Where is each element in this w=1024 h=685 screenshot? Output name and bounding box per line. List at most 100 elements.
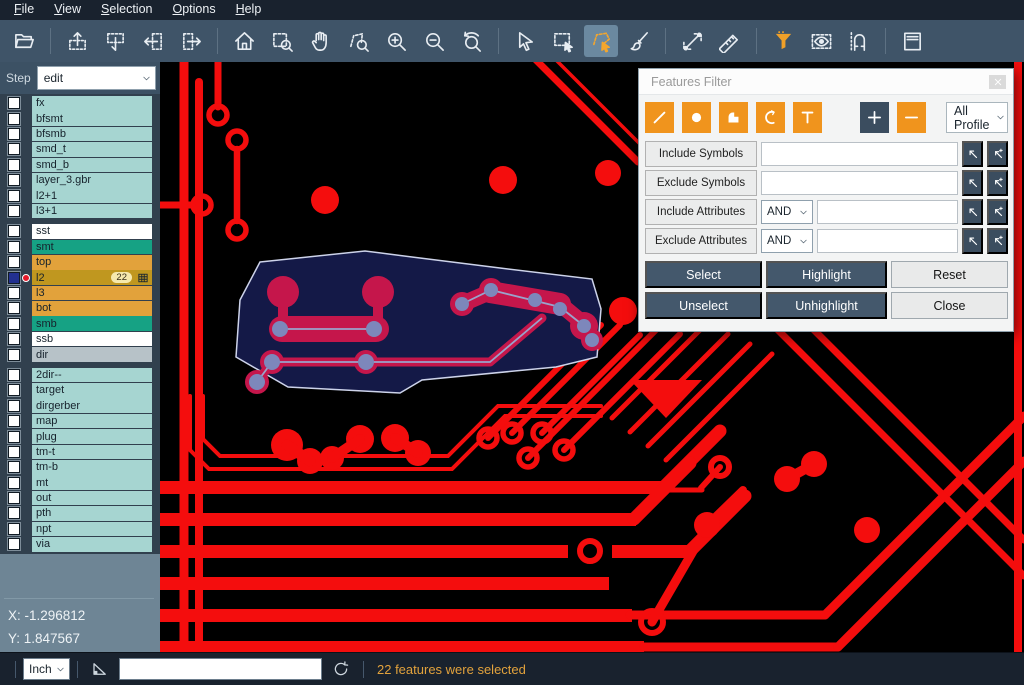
highlight-button[interactable]: Highlight bbox=[766, 261, 887, 288]
layer-name[interactable]: pth bbox=[32, 506, 152, 521]
layer-visibility-checkbox[interactable] bbox=[8, 369, 20, 381]
layer-name[interactable]: smd_b bbox=[32, 158, 152, 173]
layer-visibility-checkbox[interactable] bbox=[8, 538, 20, 550]
tool-zoom-previous[interactable] bbox=[455, 25, 489, 57]
tool-pan-right[interactable] bbox=[174, 25, 208, 57]
feature-type-surface-button[interactable] bbox=[719, 102, 748, 133]
layer-visibility-checkbox[interactable] bbox=[8, 507, 20, 519]
unselect-button[interactable]: Unselect bbox=[645, 292, 762, 319]
layer-name[interactable]: fx bbox=[32, 96, 152, 111]
layer-visibility-checkbox[interactable] bbox=[8, 128, 20, 140]
pick-from-canvas-button[interactable] bbox=[962, 141, 983, 167]
menu-file[interactable]: File bbox=[4, 1, 44, 19]
menu-help[interactable]: Help bbox=[226, 1, 272, 19]
layer-visibility-checkbox[interactable] bbox=[8, 272, 20, 284]
operator-select[interactable]: AND bbox=[761, 229, 813, 253]
layer-name[interactable]: target bbox=[32, 383, 152, 398]
tool-zoom-object[interactable] bbox=[341, 25, 375, 57]
tool-view-window[interactable] bbox=[804, 25, 838, 57]
layer-name[interactable]: npt bbox=[32, 522, 152, 537]
layer-name[interactable]: smb bbox=[32, 316, 152, 331]
unhighlight-button[interactable]: Unhighlight bbox=[766, 292, 887, 319]
layer-name[interactable]: l3+1 bbox=[32, 204, 152, 219]
close-button[interactable]: Close bbox=[891, 292, 1008, 319]
layer-name[interactable]: smd_t bbox=[32, 142, 152, 157]
reset-button[interactable]: Reset bbox=[891, 261, 1008, 288]
tool-ruler[interactable] bbox=[713, 25, 747, 57]
grid-icon[interactable] bbox=[138, 273, 148, 283]
feature-type-text-button[interactable] bbox=[793, 102, 822, 133]
operator-select[interactable]: AND bbox=[761, 200, 813, 224]
dialog-title-bar[interactable]: Features Filter bbox=[639, 69, 1013, 95]
tool-zoom-out[interactable] bbox=[417, 25, 451, 57]
layer-visibility-checkbox[interactable] bbox=[8, 205, 20, 217]
close-icon[interactable] bbox=[989, 75, 1006, 89]
include-symbols-button[interactable]: Include Symbols bbox=[645, 141, 757, 167]
include-attributes-input[interactable] bbox=[817, 200, 958, 224]
layer-name[interactable]: bot bbox=[32, 301, 152, 316]
pick-add-from-canvas-button[interactable] bbox=[987, 170, 1008, 196]
layer-visibility-checkbox[interactable] bbox=[8, 113, 20, 125]
exclude-attributes-button[interactable]: Exclude Attributes bbox=[645, 228, 757, 254]
step-select[interactable]: edit bbox=[37, 66, 156, 90]
include-attributes-button[interactable]: Include Attributes bbox=[645, 199, 757, 225]
corner-measure-icon[interactable] bbox=[91, 660, 109, 678]
layer-visibility-checkbox[interactable] bbox=[8, 318, 20, 330]
layer-visibility-checkbox[interactable] bbox=[8, 302, 20, 314]
layer-visibility-checkbox[interactable] bbox=[8, 287, 20, 299]
layer-name[interactable]: l2+1 bbox=[32, 188, 152, 203]
tool-pan-hand[interactable] bbox=[303, 25, 337, 57]
tool-brush[interactable] bbox=[622, 25, 656, 57]
pick-add-from-canvas-button[interactable] bbox=[987, 199, 1008, 225]
layer-name[interactable]: l222 bbox=[32, 270, 152, 285]
tool-zoom-window[interactable] bbox=[265, 25, 299, 57]
layer-visibility-checkbox[interactable] bbox=[8, 241, 20, 253]
layer-visibility-checkbox[interactable] bbox=[8, 159, 20, 171]
menu-selection[interactable]: Selection bbox=[91, 1, 162, 19]
layer-visibility-checkbox[interactable] bbox=[8, 97, 20, 109]
tool-open-folder[interactable] bbox=[7, 25, 41, 57]
layer-visibility-checkbox[interactable] bbox=[8, 333, 20, 345]
pick-add-from-canvas-button[interactable] bbox=[987, 141, 1008, 167]
menu-options[interactable]: Options bbox=[162, 1, 225, 19]
layer-visibility-checkbox[interactable] bbox=[8, 446, 20, 458]
tool-filter[interactable] bbox=[766, 25, 800, 57]
layer-name[interactable]: out bbox=[32, 491, 152, 506]
feature-type-arc-button[interactable] bbox=[756, 102, 785, 133]
select-button[interactable]: Select bbox=[645, 261, 762, 288]
layer-visibility-checkbox[interactable] bbox=[8, 415, 20, 427]
layer-name[interactable]: map bbox=[32, 414, 152, 429]
exclude-attributes-input[interactable] bbox=[817, 229, 958, 253]
layer-visibility-checkbox[interactable] bbox=[8, 523, 20, 535]
layer-visibility-checkbox[interactable] bbox=[8, 384, 20, 396]
layer-name[interactable]: mt bbox=[32, 475, 152, 490]
tool-select-rect[interactable] bbox=[546, 25, 580, 57]
layer-visibility-checkbox[interactable] bbox=[8, 461, 20, 473]
tool-pan-up[interactable] bbox=[60, 25, 94, 57]
layer-name[interactable]: l3 bbox=[32, 286, 152, 301]
feature-type-pad-button[interactable] bbox=[682, 102, 711, 133]
refresh-icon[interactable] bbox=[332, 660, 350, 678]
layer-name[interactable]: tm-t bbox=[32, 445, 152, 460]
pick-from-canvas-button[interactable] bbox=[962, 199, 983, 225]
tool-select-polygon[interactable] bbox=[584, 25, 618, 57]
layer-visibility-checkbox[interactable] bbox=[8, 143, 20, 155]
include-symbols-input[interactable] bbox=[761, 142, 958, 166]
layer-visibility-checkbox[interactable] bbox=[8, 225, 20, 237]
exclude-symbols-input[interactable] bbox=[761, 171, 958, 195]
layer-name[interactable]: plug bbox=[32, 429, 152, 444]
layer-name[interactable]: top bbox=[32, 255, 152, 270]
tool-snap[interactable] bbox=[842, 25, 876, 57]
profile-select[interactable]: All Profile bbox=[946, 102, 1008, 133]
tool-pan-left[interactable] bbox=[136, 25, 170, 57]
feature-type-line-button[interactable] bbox=[645, 102, 674, 133]
layer-name[interactable]: smt bbox=[32, 240, 152, 255]
pcb-canvas[interactable]: Features Filter All Profile Include Symb… bbox=[160, 62, 1024, 652]
layer-visibility-checkbox[interactable] bbox=[8, 431, 20, 443]
layer-visibility-checkbox[interactable] bbox=[8, 174, 20, 186]
layer-visibility-checkbox[interactable] bbox=[8, 190, 20, 202]
tool-measure-line[interactable] bbox=[675, 25, 709, 57]
pick-from-canvas-button[interactable] bbox=[962, 228, 983, 254]
layer-name[interactable]: via bbox=[32, 537, 152, 552]
negative-polarity-button[interactable] bbox=[897, 102, 926, 133]
